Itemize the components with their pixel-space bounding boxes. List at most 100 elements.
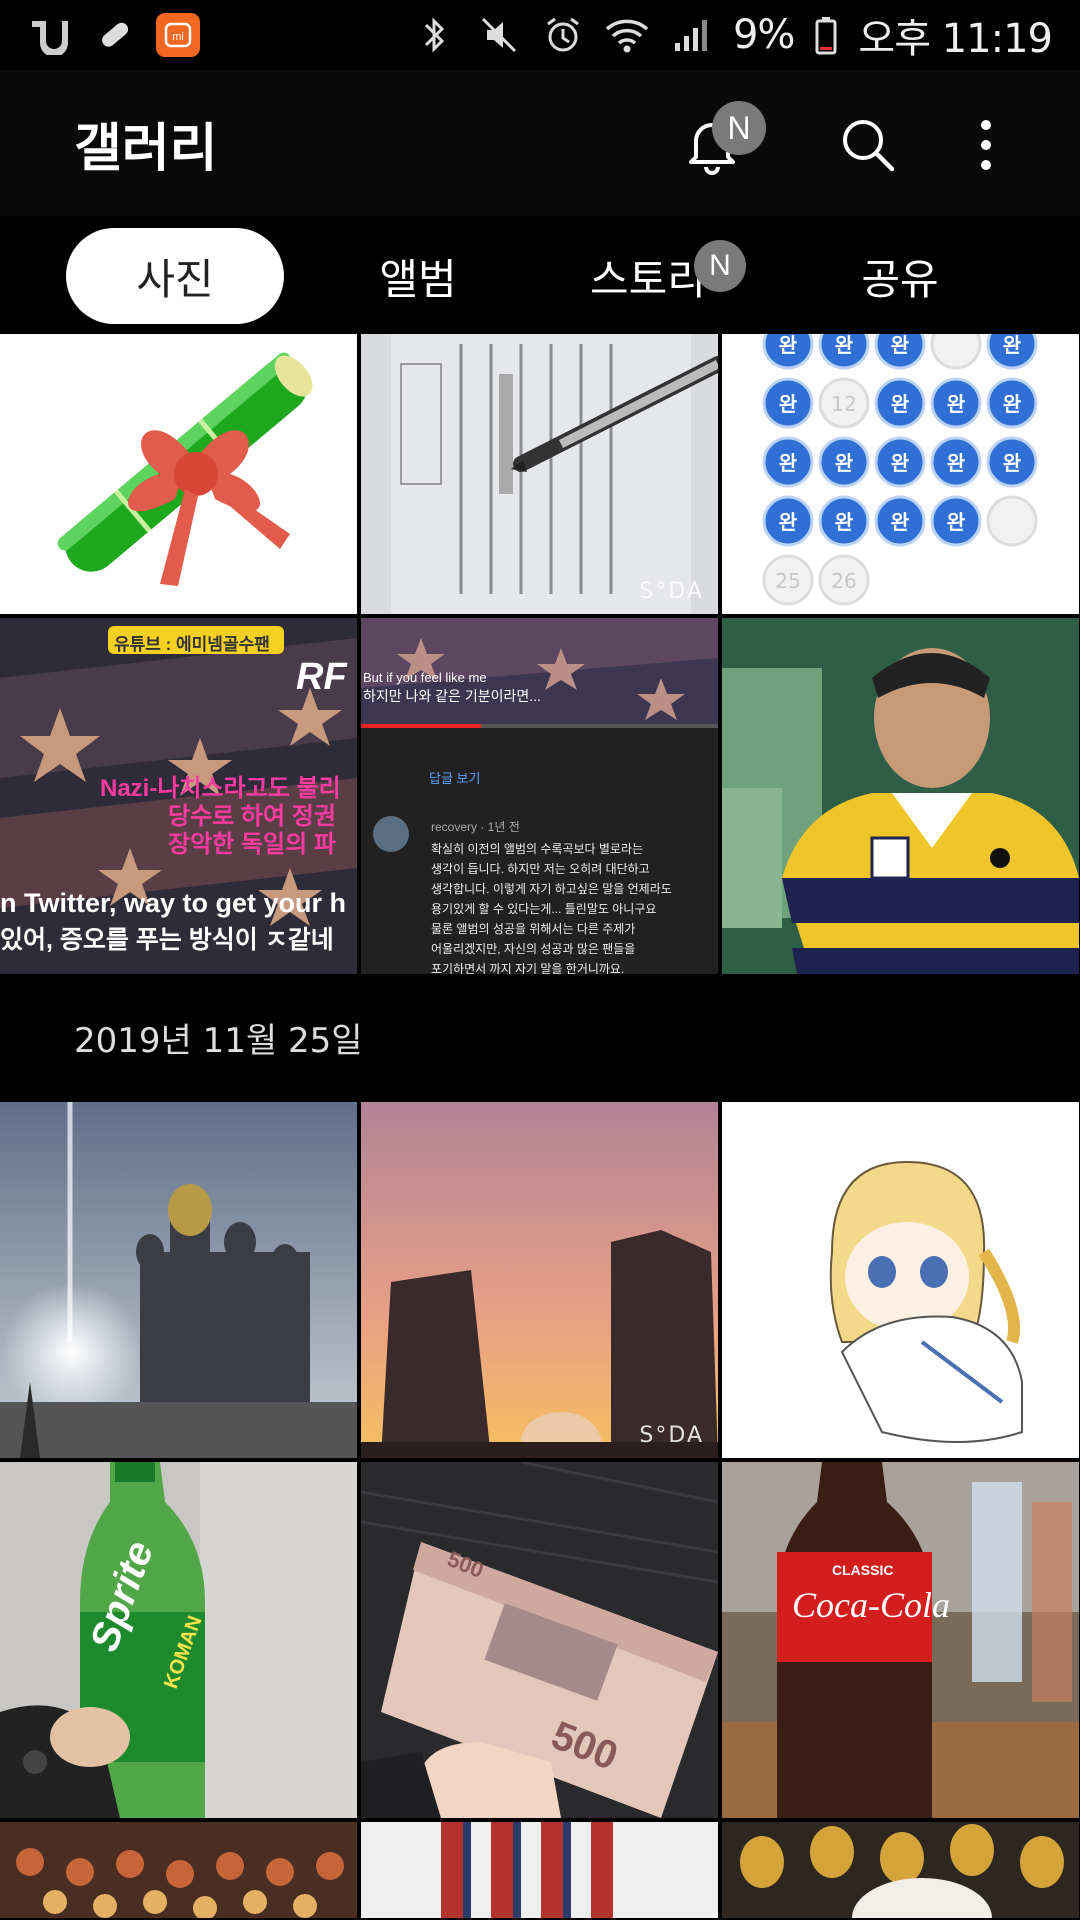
photo-thumbnail[interactable]: S°DA — [361, 1102, 718, 1458]
stamp-label: 완 — [1003, 334, 1022, 357]
bluetooth-icon — [413, 13, 457, 57]
tab-photos[interactable]: 사진 — [66, 228, 284, 324]
comment-line: 생각합니다. 이렇게 자기 하고싶은 말을 언제라도 — [431, 882, 672, 896]
reply-link: 답글 보기 — [429, 771, 481, 786]
app-notification-icon — [28, 13, 72, 57]
news-logo: RF — [296, 656, 347, 698]
avatar — [373, 816, 409, 852]
soda-watermark: S°DA — [639, 579, 704, 604]
alarm-icon — [541, 13, 585, 57]
status-left: mi — [28, 13, 200, 57]
stamp-label: 완 — [891, 334, 910, 357]
striped-shirt-photo — [361, 1822, 718, 1918]
comment-line: 어울리겠지만, 자신의 성공과 많은 팬들을 — [431, 942, 636, 956]
battery-percent: 9% — [732, 12, 795, 58]
news-line: 있어, 증오를 푸는 방식이 ㅈ같네 — [0, 926, 334, 954]
stamp-label: 완 — [1003, 392, 1022, 416]
comment-line: 용기있게 할 수 있다는게... 틀린말도 아니구요 — [431, 902, 657, 916]
photo-thumbnail[interactable]: S°DA — [361, 334, 718, 614]
notifications-button[interactable]: N — [672, 101, 766, 185]
mi-app-icon: mi — [156, 13, 200, 57]
photo-thumbnail[interactable] — [722, 618, 1079, 974]
search-icon — [843, 120, 895, 172]
signal-icon — [669, 13, 713, 57]
stamp-label: 완 — [779, 334, 798, 357]
stamp-circle — [930, 334, 982, 370]
stamp-label: 완 — [779, 451, 798, 475]
section-date-header: 2019년 11월 25일 — [74, 1020, 363, 1061]
comment-line: 생각이 듭니다. 하지만 저는 오히려 대단하고 — [431, 862, 650, 876]
photo-thumbnail[interactable]: 500 500 — [361, 1462, 718, 1818]
tab-shared-label: 공유 — [861, 254, 939, 304]
photo-thumbnail[interactable] — [0, 1102, 357, 1458]
tab-albums[interactable]: 앨범 — [318, 228, 518, 324]
tab-stories-label: 스토리 — [590, 254, 706, 304]
photo-thumbnail[interactable]: But if you feel like me 하지만 나와 같은 기분이라면.… — [361, 618, 718, 974]
stamp-label: 완 — [891, 451, 910, 475]
status-right: 9% 오후 11:19 — [413, 6, 1053, 64]
photo-thumbnail[interactable]: 완 완 완 완 완 12 완 완 완 완 완 완 완 완 완 완 완 완 25 26 — [722, 334, 1079, 614]
photo-thumbnail[interactable]: 유튜브 : 에미넴골수팬 RF Nazi-나치스라고도 불리 당수로 하여 정권… — [0, 618, 357, 974]
stamp-label: 완 — [891, 510, 910, 534]
gold-domes-photo — [722, 1822, 1079, 1918]
photo-thumbnail[interactable] — [0, 334, 357, 614]
photo-thumbnail[interactable] — [722, 1822, 1079, 1918]
news-line: 장악한 독일의 파 — [168, 831, 336, 858]
soda-watermark: S°DA — [639, 1423, 704, 1448]
tab-shared[interactable]: 공유 — [800, 228, 1000, 324]
comment-line: 물론 앨범의 성공을 위해서는 다른 주제가 — [431, 922, 636, 936]
photo-thumbnail[interactable] — [361, 1822, 718, 1918]
photo-thumbnail[interactable] — [722, 1102, 1079, 1458]
stamp-circle — [986, 495, 1038, 547]
market-photo — [0, 1822, 357, 1918]
bamboo-bow-image — [57, 352, 313, 586]
tab-albums-label: 앨범 — [379, 254, 457, 304]
exam-paper-image — [391, 334, 718, 614]
svg-text:mi: mi — [172, 31, 184, 43]
sunset-towers-photo — [361, 1102, 718, 1458]
stamp-label: 완 — [947, 510, 966, 534]
notification-badge: N — [712, 101, 766, 155]
stamp-label: 완 — [947, 392, 966, 416]
stamp-label: 완 — [1003, 451, 1022, 475]
stamp-label: 완 — [779, 510, 798, 534]
stamp-label: 12 — [831, 392, 856, 416]
comment-line: 포기하면서 까지 자기 말을 한거니까요. — [431, 962, 625, 974]
battery-icon — [814, 13, 838, 57]
cola-bottle-photo — [722, 1462, 1079, 1818]
clock: 오후 11:19 — [858, 16, 1053, 62]
stamp-label: 완 — [779, 392, 798, 416]
stamp-label: 완 — [835, 451, 854, 475]
coke-classic: CLASSIC — [832, 1562, 894, 1578]
coke-label: Coca-Cola — [792, 1585, 950, 1625]
tab-bar: 사진 앨범 스토리 N 공유 — [0, 216, 1080, 334]
comment-line: 확실히 이전의 앨범의 수록곡보다 별로라는 — [431, 842, 644, 856]
comment-user: recovery · 1년 전 — [431, 820, 520, 834]
caption-ko: 하지만 나와 같은 기분이라면... — [363, 688, 541, 704]
cathedral-photo — [0, 1102, 357, 1458]
wifi-icon — [605, 13, 649, 57]
more-vert-icon — [981, 120, 991, 170]
caption-en: But if you feel like me — [363, 670, 487, 685]
stamp-label: 완 — [835, 334, 854, 357]
photo-thumbnail[interactable]: CLASSIC Coca-Cola — [722, 1462, 1079, 1818]
photo-grid-current: S°DA Sprite KOMAN 500 500 CLASSIC Coca-C… — [0, 1102, 1080, 1918]
stamp-circles-image: 완 완 완 완완 12 완 완 완완 완 완 완 완완 완 완 완25 26 — [762, 334, 1038, 606]
stamp-label: 완 — [835, 510, 854, 534]
tab-photos-label: 사진 — [136, 254, 214, 304]
stamp-label: 완 — [947, 451, 966, 475]
more-options-button[interactable] — [946, 105, 1026, 185]
search-button[interactable] — [828, 105, 908, 185]
photo-thumbnail[interactable]: Sprite KOMAN — [0, 1462, 357, 1818]
news-line: n Twitter, way to get your h — [0, 888, 347, 918]
photo-thumbnail[interactable] — [0, 1822, 357, 1918]
mute-icon — [477, 13, 521, 57]
app-header: 갤러리 — [0, 70, 1080, 216]
stamp-label: 25 — [775, 569, 800, 593]
banknote-photo — [361, 1462, 718, 1818]
stories-badge: N — [694, 240, 746, 292]
stamp-label: 완 — [891, 392, 910, 416]
stamp-label: 26 — [831, 569, 856, 593]
news-banner: 유튜브 : 에미넴골수팬 — [114, 635, 270, 654]
pill-icon — [92, 13, 136, 57]
